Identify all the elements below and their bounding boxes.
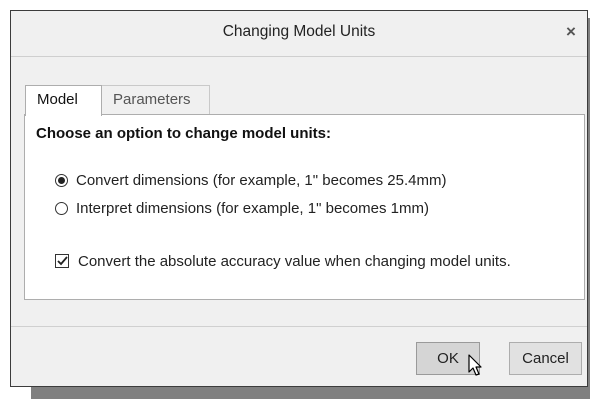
title-bar: Changing Model Units × — [11, 11, 587, 57]
model-tab-panel: Choose an option to change model units: … — [24, 114, 585, 300]
interpret-dimensions-option[interactable]: Interpret dimensions (for example, 1" be… — [55, 197, 429, 219]
tab-model[interactable]: Model — [25, 85, 102, 116]
cancel-button[interactable]: Cancel — [509, 342, 582, 375]
options-heading: Choose an option to change model units: — [36, 125, 331, 142]
ok-button[interactable]: OK — [416, 342, 480, 375]
interpret-dimensions-radio[interactable] — [55, 201, 68, 215]
accuracy-checkbox-option[interactable]: Convert the absolute accuracy value when… — [55, 250, 511, 272]
accuracy-checkbox-label: Convert the absolute accuracy value when… — [78, 252, 511, 270]
accuracy-checkbox[interactable] — [55, 254, 69, 268]
convert-dimensions-label: Convert dimensions (for example, 1" beco… — [76, 171, 447, 189]
convert-dimensions-option[interactable]: Convert dimensions (for example, 1" beco… — [55, 169, 446, 191]
dialog-title: Changing Model Units — [222, 23, 376, 40]
changing-model-units-dialog: Changing Model Units × Model Parameters … — [10, 10, 588, 387]
footer-divider — [11, 326, 587, 327]
close-icon[interactable]: × — [561, 21, 581, 43]
convert-dimensions-radio[interactable] — [55, 173, 68, 187]
tab-parameters[interactable]: Parameters — [101, 85, 210, 115]
page: Changing Model Units × Model Parameters … — [0, 0, 590, 399]
checkmark-icon — [56, 256, 68, 266]
interpret-dimensions-label: Interpret dimensions (for example, 1" be… — [76, 199, 429, 217]
